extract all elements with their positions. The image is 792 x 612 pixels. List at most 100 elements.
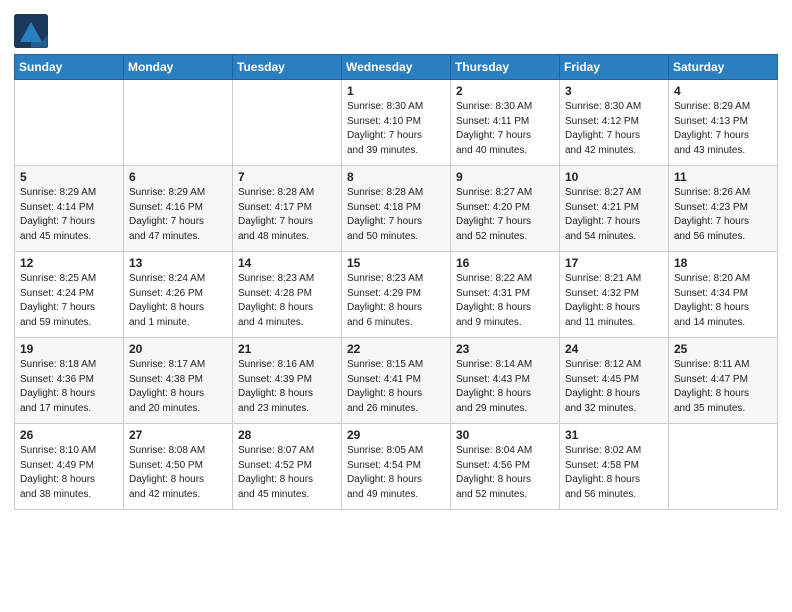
calendar-cell: 6Sunrise: 8:29 AM Sunset: 4:16 PM Daylig… [124,166,233,252]
header [14,10,778,48]
calendar-cell: 1 Sunrise: 8:30 AM Sunset: 4:10 PM Daylig… [342,80,451,166]
calendar-cell: 29 Sunrise: 8:05 AM Sunset: 4:54 PM Dayli… [342,424,451,510]
weekday-header-tuesday: Tuesday [233,55,342,80]
calendar-cell: 19 Sunrise: 8:18 AM Sunset: 4:36 PM Dayli… [15,338,124,424]
weekday-row: SundayMondayTuesdayWednesdayThursdayFrid… [15,55,778,80]
week-row: 5 Sunrise: 8:29 AM Sunset: 4:14 PM Daylig… [15,166,778,252]
weekday-header-wednesday: Wednesday [342,55,451,80]
day-info: Sunrise: 8:14 AM Sunset: 4:43 PM Dayligh… [456,358,554,416]
day-info: Sunrise: 8:29 AM Sunset: 4:14 PM Dayligh… [20,186,118,244]
calendar-body: 1 Sunrise: 8:30 AM Sunset: 4:10 PM Daylig… [15,80,778,510]
calendar-cell: 17 Sunrise: 8:21 AM Sunset: 4:32 PM Dayli… [560,252,669,338]
day-info: Sunrise: 8:16 AM Sunset: 4:39 PM Dayligh… [238,358,336,416]
day-number: 24 [565,342,663,356]
calendar-cell: 27 Sunrise: 8:08 AM Sunset: 4:50 PM Dayli… [124,424,233,510]
day-number: 28 [238,428,336,442]
day-number: 6 [129,170,227,184]
day-number: 10 [565,170,663,184]
calendar-cell: 12 Sunrise: 8:25 AM Sunset: 4:24 PM Dayli… [15,252,124,338]
day-info: Sunrise: 8:17 AM Sunset: 4:38 PM Dayligh… [129,358,227,416]
day-number: 15 [347,256,445,270]
day-info: Sunrise: 8:15 AM Sunset: 4:41 PM Dayligh… [347,358,445,416]
day-info: Sunrise: 8:18 AM Sunset: 4:36 PM Dayligh… [20,358,118,416]
day-info: Sunrise: 8:20 AM Sunset: 4:34 PM Dayligh… [674,272,772,330]
day-info: Sunrise: 8:02 AM Sunset: 4:58 PM Dayligh… [565,444,663,502]
day-number: 5 [20,170,118,184]
day-info: Sunrise: 8:26 AM Sunset: 4:23 PM Dayligh… [674,186,772,244]
day-info: Sunrise: 8:05 AM Sunset: 4:54 PM Dayligh… [347,444,445,502]
day-number: 26 [20,428,118,442]
calendar-cell: 31 Sunrise: 8:02 AM Sunset: 4:58 PM Dayli… [560,424,669,510]
calendar-cell [124,80,233,166]
calendar-cell: 25Sunrise: 8:11 AM Sunset: 4:47 PM Dayli… [669,338,778,424]
calendar-cell: 20 Sunrise: 8:17 AM Sunset: 4:38 PM Dayli… [124,338,233,424]
day-number: 2 [456,84,554,98]
day-number: 13 [129,256,227,270]
calendar-cell [669,424,778,510]
day-info: Sunrise: 8:27 AM Sunset: 4:21 PM Dayligh… [565,186,663,244]
day-number: 11 [674,170,772,184]
weekday-header-thursday: Thursday [451,55,560,80]
calendar-cell: 26 Sunrise: 8:10 AM Sunset: 4:49 PM Dayli… [15,424,124,510]
day-number: 7 [238,170,336,184]
day-info: Sunrise: 8:28 AM Sunset: 4:17 PM Dayligh… [238,186,336,244]
week-row: 26 Sunrise: 8:10 AM Sunset: 4:49 PM Dayli… [15,424,778,510]
weekday-header-saturday: Saturday [669,55,778,80]
week-row: 19 Sunrise: 8:18 AM Sunset: 4:36 PM Dayli… [15,338,778,424]
day-info: Sunrise: 8:04 AM Sunset: 4:56 PM Dayligh… [456,444,554,502]
day-number: 3 [565,84,663,98]
calendar-cell [15,80,124,166]
calendar-cell: 18 Sunrise: 8:20 AM Sunset: 4:34 PM Dayli… [669,252,778,338]
day-number: 31 [565,428,663,442]
day-info: Sunrise: 8:25 AM Sunset: 4:24 PM Dayligh… [20,272,118,330]
week-row: 1 Sunrise: 8:30 AM Sunset: 4:10 PM Daylig… [15,80,778,166]
day-number: 22 [347,342,445,356]
day-info: Sunrise: 8:30 AM Sunset: 4:11 PM Dayligh… [456,100,554,158]
day-info: Sunrise: 8:27 AM Sunset: 4:20 PM Dayligh… [456,186,554,244]
day-number: 1 [347,84,445,98]
day-number: 20 [129,342,227,356]
day-info: Sunrise: 8:08 AM Sunset: 4:50 PM Dayligh… [129,444,227,502]
page: SundayMondayTuesdayWednesdayThursdayFrid… [0,0,792,612]
day-info: Sunrise: 8:30 AM Sunset: 4:10 PM Dayligh… [347,100,445,158]
calendar-cell: 3Sunrise: 8:30 AM Sunset: 4:12 PM Daylig… [560,80,669,166]
day-number: 21 [238,342,336,356]
calendar-cell: 5 Sunrise: 8:29 AM Sunset: 4:14 PM Daylig… [15,166,124,252]
day-number: 17 [565,256,663,270]
calendar-cell: 14Sunrise: 8:23 AM Sunset: 4:28 PM Dayli… [233,252,342,338]
day-number: 18 [674,256,772,270]
calendar-cell: 16Sunrise: 8:22 AM Sunset: 4:31 PM Dayli… [451,252,560,338]
day-info: Sunrise: 8:23 AM Sunset: 4:29 PM Dayligh… [347,272,445,330]
day-number: 23 [456,342,554,356]
day-info: Sunrise: 8:11 AM Sunset: 4:47 PM Dayligh… [674,358,772,416]
day-info: Sunrise: 8:22 AM Sunset: 4:31 PM Dayligh… [456,272,554,330]
calendar-cell: 24 Sunrise: 8:12 AM Sunset: 4:45 PM Dayli… [560,338,669,424]
calendar-cell: 11 Sunrise: 8:26 AM Sunset: 4:23 PM Dayli… [669,166,778,252]
day-info: Sunrise: 8:12 AM Sunset: 4:45 PM Dayligh… [565,358,663,416]
calendar-header: SundayMondayTuesdayWednesdayThursdayFrid… [15,55,778,80]
logo-icon [14,14,48,48]
day-number: 9 [456,170,554,184]
day-info: Sunrise: 8:07 AM Sunset: 4:52 PM Dayligh… [238,444,336,502]
calendar-cell: 13 Sunrise: 8:24 AM Sunset: 4:26 PM Dayli… [124,252,233,338]
logo [14,14,54,48]
day-info: Sunrise: 8:10 AM Sunset: 4:49 PM Dayligh… [20,444,118,502]
day-number: 19 [20,342,118,356]
day-number: 8 [347,170,445,184]
day-info: Sunrise: 8:28 AM Sunset: 4:18 PM Dayligh… [347,186,445,244]
weekday-header-monday: Monday [124,55,233,80]
day-number: 27 [129,428,227,442]
day-number: 14 [238,256,336,270]
calendar-cell: 21 Sunrise: 8:16 AM Sunset: 4:39 PM Dayli… [233,338,342,424]
calendar-cell: 15 Sunrise: 8:23 AM Sunset: 4:29 PM Dayli… [342,252,451,338]
calendar-cell [233,80,342,166]
calendar: SundayMondayTuesdayWednesdayThursdayFrid… [14,54,778,510]
day-number: 29 [347,428,445,442]
day-info: Sunrise: 8:24 AM Sunset: 4:26 PM Dayligh… [129,272,227,330]
day-info: Sunrise: 8:21 AM Sunset: 4:32 PM Dayligh… [565,272,663,330]
calendar-cell: 30Sunrise: 8:04 AM Sunset: 4:56 PM Dayli… [451,424,560,510]
calendar-cell: 8 Sunrise: 8:28 AM Sunset: 4:18 PM Daylig… [342,166,451,252]
calendar-cell: 7 Sunrise: 8:28 AM Sunset: 4:17 PM Daylig… [233,166,342,252]
weekday-header-sunday: Sunday [15,55,124,80]
day-number: 12 [20,256,118,270]
